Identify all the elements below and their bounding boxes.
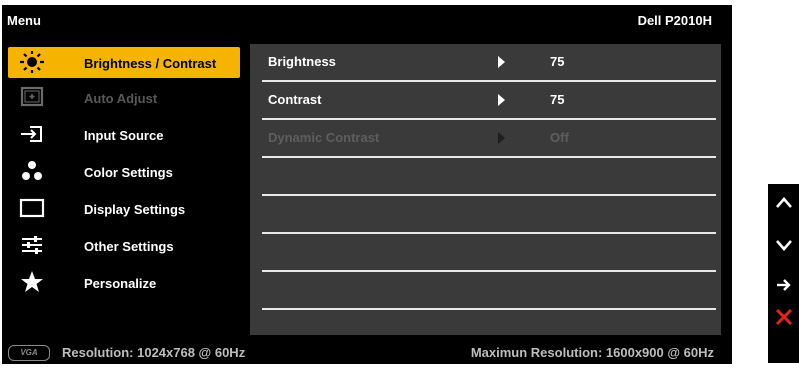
- hardware-button-strip: [768, 184, 799, 363]
- menu-item-color-settings[interactable]: Color Settings: [8, 156, 240, 187]
- menu-item-label: Input Source: [84, 128, 164, 143]
- setting-value: 75: [550, 92, 565, 107]
- menu-item-label: Color Settings: [84, 165, 173, 180]
- osd-menu: Menu Dell P2010H Brightness / Contrast A…: [2, 5, 732, 364]
- settings-panel: Brightness 75 Contrast 75 Dynamic Contra…: [250, 44, 721, 335]
- title-bar: Menu Dell P2010H: [2, 5, 732, 36]
- menu-item-label: Auto Adjust: [84, 91, 158, 106]
- empty-row: [262, 158, 716, 196]
- setting-value: Off: [550, 130, 569, 145]
- auto-adjust-icon: [20, 86, 44, 107]
- down-arrow-icon[interactable]: [775, 236, 793, 254]
- status-bar: VGA Resolution: 1024x768 @ 60Hz Maximun …: [2, 341, 732, 364]
- setting-label: Dynamic Contrast: [268, 130, 380, 145]
- menu-item-label: Personalize: [84, 276, 157, 291]
- max-resolution: Maximun Resolution: 1600x900 @ 60Hz: [470, 345, 714, 360]
- setting-row-dynamic-contrast[interactable]: Dynamic Contrast Off: [262, 120, 716, 158]
- input-source-icon: [21, 126, 42, 142]
- menu-item-label: Other Settings: [84, 239, 174, 254]
- menu-item-display-settings[interactable]: Display Settings: [8, 193, 240, 224]
- up-arrow-icon[interactable]: [775, 194, 793, 212]
- menu-item-other-settings[interactable]: Other Settings: [8, 230, 240, 261]
- exit-x-icon[interactable]: [775, 308, 793, 326]
- right-arrow-icon: [498, 132, 505, 144]
- menu-title: Menu: [7, 13, 41, 28]
- menu-item-auto-adjust[interactable]: Auto Adjust: [8, 82, 240, 113]
- setting-value: 75: [550, 54, 565, 69]
- empty-row: [262, 234, 716, 272]
- vga-input-icon: VGA: [8, 345, 50, 361]
- sliders-icon: [22, 236, 42, 254]
- right-arrow-icon: [498, 94, 505, 106]
- model-name: Dell P2010H: [637, 13, 712, 28]
- current-resolution: Resolution: 1024x768 @ 60Hz: [62, 345, 246, 360]
- setting-label: Brightness: [268, 54, 336, 69]
- color-dots-icon: [22, 161, 42, 180]
- main-menu: Brightness / Contrast Auto Adjust Input …: [2, 44, 246, 335]
- setting-label: Contrast: [268, 92, 322, 107]
- menu-item-input-source[interactable]: Input Source: [8, 119, 240, 150]
- setting-row-brightness[interactable]: Brightness 75: [262, 44, 716, 82]
- setting-row-contrast[interactable]: Contrast 75: [262, 82, 716, 120]
- empty-row: [262, 196, 716, 234]
- menu-item-personalize[interactable]: Personalize: [8, 267, 240, 298]
- empty-row: [262, 272, 716, 310]
- right-arrow-icon: [498, 56, 505, 68]
- star-icon: [21, 271, 43, 292]
- menu-item-brightness-contrast[interactable]: Brightness / Contrast: [8, 47, 240, 78]
- menu-item-label: Display Settings: [84, 202, 186, 217]
- enter-arrow-icon[interactable]: [775, 276, 793, 294]
- display-icon: [19, 198, 45, 218]
- sun-icon: [20, 51, 44, 73]
- menu-item-label: Brightness / Contrast: [84, 56, 217, 71]
